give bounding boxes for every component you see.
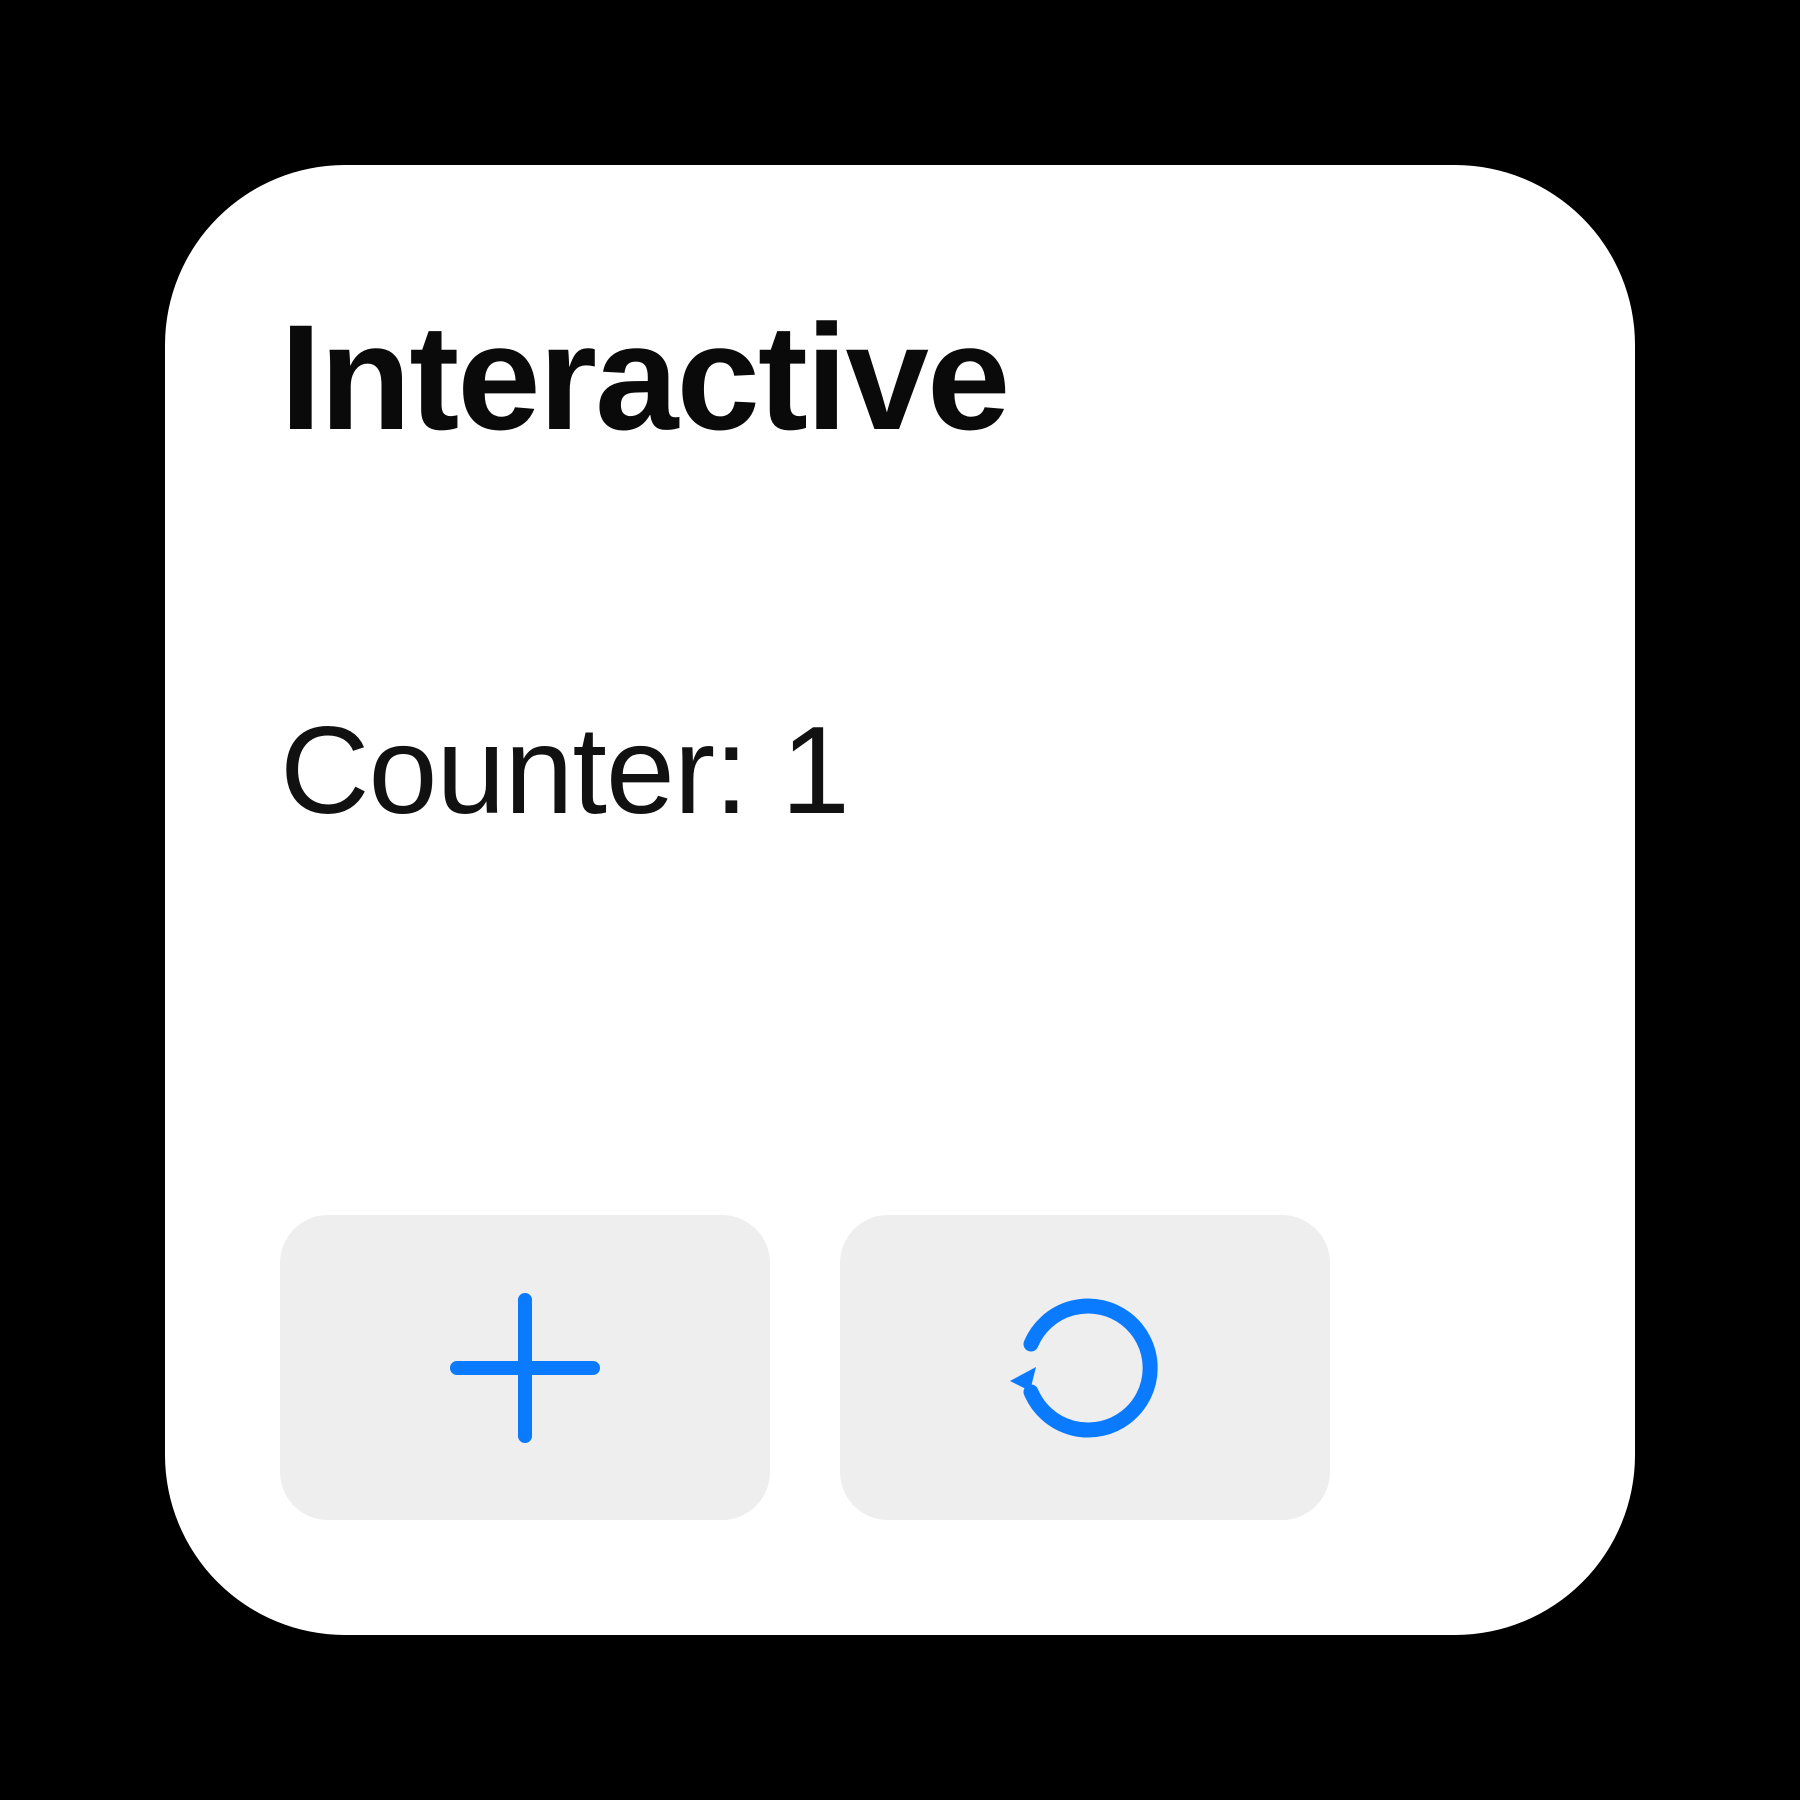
widget-title: Interactive [280,295,1520,460]
counter-label: Counter: 1 [280,700,1520,842]
interactive-counter-widget: Interactive Counter: 1 [165,165,1635,1635]
button-row [280,1215,1520,1520]
reset-icon [1000,1283,1170,1453]
reset-button[interactable] [840,1215,1330,1520]
plus-icon [445,1288,605,1448]
increment-button[interactable] [280,1215,770,1520]
